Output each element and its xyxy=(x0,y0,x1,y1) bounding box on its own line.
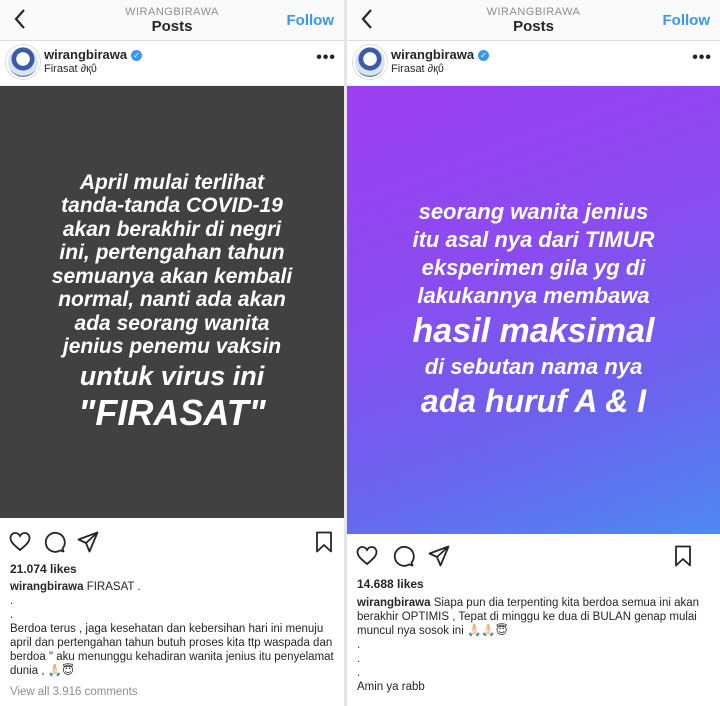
comment-icon xyxy=(393,545,415,567)
caption-dot: . xyxy=(357,653,361,665)
image-text-line: ada huruf A & I xyxy=(420,383,647,420)
image-text-line: ada seorang wanita xyxy=(74,311,270,335)
image-text-line: semuanya akan kembali xyxy=(51,264,293,288)
likes-count[interactable]: 14.688 likes xyxy=(357,577,424,591)
more-options-icon[interactable]: ••• xyxy=(316,49,336,67)
avatar[interactable] xyxy=(6,45,40,79)
save-button[interactable] xyxy=(671,544,697,570)
like-button[interactable] xyxy=(355,544,381,570)
heart-icon xyxy=(356,546,378,566)
comment-icon xyxy=(44,531,66,553)
post-username[interactable]: wirangbirawa xyxy=(44,47,127,62)
image-text-line: jenius penemu vaksin xyxy=(62,335,282,359)
bookmark-icon xyxy=(316,531,332,553)
share-button[interactable] xyxy=(76,530,102,556)
caption: wirangbirawa FIRASAT . . . Berdoa terus … xyxy=(10,580,336,678)
image-text-line: April mulai terlihat xyxy=(79,170,265,194)
view-all-comments-link[interactable]: View all 3.916 comments xyxy=(10,686,138,698)
post-location[interactable]: Firasat ∂қΰ xyxy=(391,63,444,75)
likes-count[interactable]: 21.074 likes xyxy=(10,562,77,576)
post-username[interactable]: wirangbirawa xyxy=(391,47,474,62)
left-post-screen: WIRANGBIRAWA Posts Follow wirangbirawa ✓ … xyxy=(0,0,344,706)
image-text-line: itu asal nya dari TIMUR xyxy=(412,227,655,253)
save-button[interactable] xyxy=(312,530,338,556)
caption: wirangbirawa Siapa pun dia terpenting ki… xyxy=(357,596,712,694)
bookmark-icon xyxy=(675,545,691,567)
image-text-line: akan berakhir di negri xyxy=(62,217,282,241)
avatar[interactable] xyxy=(353,45,387,79)
post-location[interactable]: Firasat ∂қΰ xyxy=(44,63,97,75)
caption-dot: . xyxy=(357,639,361,651)
top-bar: WIRANGBIRAWA Posts Follow xyxy=(347,0,720,41)
image-text-line: eksperimen gila yg di xyxy=(421,255,646,281)
share-button[interactable] xyxy=(427,544,453,570)
like-button[interactable] xyxy=(8,530,34,556)
heart-icon xyxy=(9,532,31,552)
action-bar xyxy=(0,530,344,560)
verified-badge-icon: ✓ xyxy=(478,50,490,61)
comment-button[interactable] xyxy=(391,544,417,570)
image-text-line: hasil maksimal xyxy=(412,312,655,350)
comment-button[interactable] xyxy=(42,530,68,556)
image-text-line: seorang wanita jenius xyxy=(418,199,649,225)
post-image[interactable]: seorang wanita jenius itu asal nya dari … xyxy=(347,86,720,534)
follow-button[interactable]: Follow xyxy=(663,12,711,29)
follow-button[interactable]: Follow xyxy=(287,12,335,29)
caption-dot: . xyxy=(10,609,14,621)
caption-closing: Amin ya rabb xyxy=(357,681,425,693)
image-text-line: ini, pertengahan tahun xyxy=(59,241,285,265)
post-image[interactable]: April mulai terlihat tanda-tanda COVID-1… xyxy=(0,86,344,518)
top-bar: WIRANGBIRAWA Posts Follow xyxy=(0,0,344,41)
caption-dot: . xyxy=(357,667,361,679)
paper-plane-icon xyxy=(428,545,450,567)
image-text-line: untuk virus ini xyxy=(79,360,265,391)
caption-text: FIRASAT . xyxy=(86,581,141,593)
image-text-line: lakukannya membawa xyxy=(417,283,650,309)
caption-dot: . xyxy=(10,595,14,607)
caption-username[interactable]: wirangbirawa xyxy=(10,581,84,593)
image-text-line: normal, nanti ada akan xyxy=(58,288,286,312)
paper-plane-icon xyxy=(77,531,99,553)
caption-username[interactable]: wirangbirawa xyxy=(357,597,431,609)
verified-badge-icon: ✓ xyxy=(131,50,143,61)
caption-body: Berdoa terus , jaga kesehatan dan kebers… xyxy=(10,623,334,677)
image-text-line: di sebutan nama nya xyxy=(424,354,643,380)
post-header: wirangbirawa ✓ Firasat ∂қΰ ••• xyxy=(347,41,720,86)
post-header: wirangbirawa ✓ Firasat ∂қΰ ••• xyxy=(0,41,344,86)
more-options-icon[interactable]: ••• xyxy=(692,49,712,67)
image-text-line: tanda-tanda COVID-19 xyxy=(61,194,283,218)
right-post-screen: WIRANGBIRAWA Posts Follow wirangbirawa ✓ … xyxy=(347,0,720,706)
action-bar xyxy=(347,544,720,574)
image-text-line: "FIRASAT" xyxy=(78,392,266,434)
